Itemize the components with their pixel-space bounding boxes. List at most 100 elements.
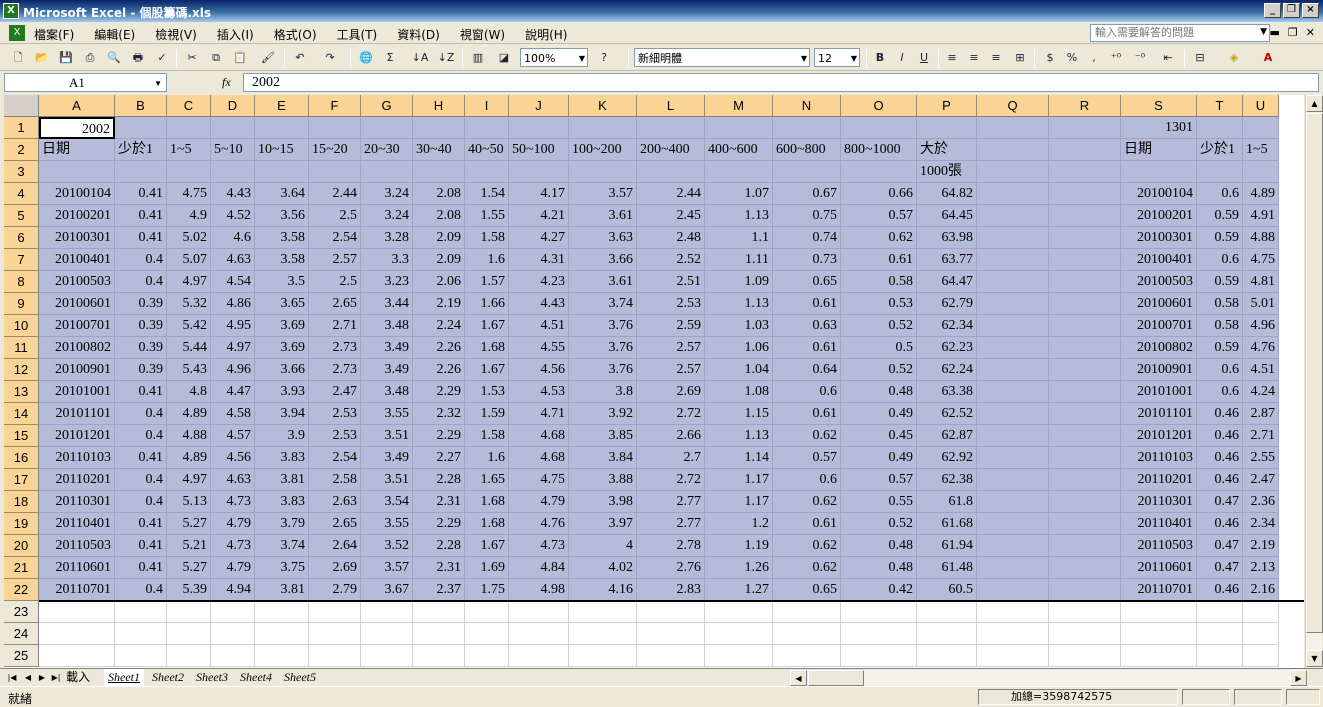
cell[interactable]: 4.91 [1243, 205, 1279, 227]
cell[interactable] [361, 601, 413, 623]
cell[interactable] [977, 271, 1049, 293]
scroll-up-icon[interactable]: ▲ [1306, 95, 1323, 112]
cell[interactable]: 20110503 [1121, 535, 1197, 557]
row-header[interactable]: 20 [4, 535, 39, 557]
cell[interactable]: 4.76 [1243, 337, 1279, 359]
cell[interactable] [977, 491, 1049, 513]
cell[interactable]: 800~1000 [841, 139, 917, 161]
cell-area[interactable]: 2002 1301 日期 少於1 1~5 5~10 10~15 15~20 20~30 30~40… [39, 117, 1304, 668]
column-header[interactable]: F [309, 95, 361, 117]
cell[interactable]: 2.53 [309, 403, 361, 425]
cell[interactable]: 0.63 [773, 315, 841, 337]
row-header[interactable]: 19 [4, 513, 39, 535]
cell[interactable]: 4.23 [509, 271, 569, 293]
cell[interactable] [167, 601, 211, 623]
cell[interactable]: 2.78 [637, 535, 705, 557]
cell[interactable]: 1.13 [705, 425, 773, 447]
cell[interactable]: 2.58 [309, 469, 361, 491]
cell[interactable]: 4.89 [167, 447, 211, 469]
cell[interactable]: 2.16 [1243, 579, 1279, 601]
cell[interactable]: 1.03 [705, 315, 773, 337]
cell[interactable] [1049, 315, 1121, 337]
cell[interactable]: 62.34 [917, 315, 977, 337]
column-header[interactable]: G [361, 95, 413, 117]
cell[interactable]: 61.68 [917, 513, 977, 535]
cell[interactable]: 2.83 [637, 579, 705, 601]
cell[interactable] [569, 161, 637, 183]
row-header[interactable]: 7 [4, 249, 39, 271]
scroll-left-icon[interactable]: ◀ [790, 670, 807, 686]
cell[interactable] [977, 227, 1049, 249]
menu-item[interactable]: 視窗(W) [460, 26, 505, 43]
help-search-input[interactable]: 輸入需要解答的問題 ▼ [1090, 24, 1270, 42]
cell[interactable]: 3.44 [361, 293, 413, 315]
cell[interactable] [465, 645, 509, 667]
cell[interactable] [361, 623, 413, 645]
cell[interactable]: 0.61 [773, 513, 841, 535]
cell[interactable]: 2.53 [637, 293, 705, 315]
cell[interactable]: 1.2 [705, 513, 773, 535]
percent-button[interactable]: % [1062, 48, 1082, 67]
font-size-select[interactable]: 12 ▼ [814, 48, 860, 67]
cell[interactable]: 5.21 [167, 535, 211, 557]
cell[interactable]: 3.63 [569, 227, 637, 249]
worksheet-grid[interactable]: ABCDEFGHIJKLMNOPQRSTU 1 2 3 4 5 6 7 8 9 10 11 12 13 1… [4, 95, 1304, 668]
cell[interactable]: 3.76 [569, 315, 637, 337]
cell[interactable] [361, 117, 413, 139]
cell[interactable] [1197, 645, 1243, 667]
cell[interactable] [773, 161, 841, 183]
cell[interactable]: 4.43 [211, 183, 255, 205]
cell[interactable]: 4.86 [211, 293, 255, 315]
cell[interactable]: 61.94 [917, 535, 977, 557]
cell[interactable]: 3.74 [569, 293, 637, 315]
row-header[interactable]: 13 [4, 381, 39, 403]
horizontal-scrollbar[interactable]: ◀ ▶ [790, 670, 1307, 686]
cell[interactable]: 2.36 [1243, 491, 1279, 513]
cell[interactable]: 3.85 [569, 425, 637, 447]
cell[interactable] [705, 623, 773, 645]
cell[interactable]: 64.82 [917, 183, 977, 205]
column-header[interactable]: L [637, 95, 705, 117]
cell[interactable]: 1.75 [465, 579, 509, 601]
cell[interactable] [509, 161, 569, 183]
cell[interactable]: 20101101 [39, 403, 115, 425]
cell[interactable] [509, 117, 569, 139]
cell[interactable]: 0.65 [773, 271, 841, 293]
column-header[interactable]: E [255, 95, 309, 117]
cell[interactable]: 2.73 [309, 359, 361, 381]
first-sheet-icon[interactable]: |◀ [6, 670, 18, 685]
cell[interactable] [841, 645, 917, 667]
cell[interactable]: 0.61 [773, 337, 841, 359]
cell[interactable]: 20100503 [1121, 271, 1197, 293]
cell[interactable]: 4.81 [1243, 271, 1279, 293]
sheet-tab[interactable]: Sheet5 [280, 669, 320, 686]
cell[interactable] [167, 645, 211, 667]
document-icon[interactable]: X [9, 25, 25, 41]
cell[interactable]: 1.04 [705, 359, 773, 381]
cell[interactable]: 2.47 [309, 381, 361, 403]
menu-item[interactable]: 檔案(F) [34, 26, 74, 43]
cell[interactable] [1049, 205, 1121, 227]
cell[interactable]: 3.5 [255, 271, 309, 293]
cell[interactable]: 0.47 [1197, 557, 1243, 579]
sort-ascending-icon[interactable]: ↓A [410, 48, 430, 67]
menu-item[interactable]: 說明(H) [525, 26, 567, 43]
cell[interactable]: 3.66 [255, 359, 309, 381]
cell[interactable]: 0.4 [115, 403, 167, 425]
cell[interactable]: 64.45 [917, 205, 977, 227]
cell[interactable]: 0.49 [841, 447, 917, 469]
cell[interactable] [1049, 601, 1121, 623]
cell[interactable]: 0.62 [841, 227, 917, 249]
cell[interactable] [39, 161, 115, 183]
cell[interactable]: 4.73 [211, 535, 255, 557]
column-header[interactable]: A [39, 95, 115, 117]
cell[interactable]: 2.37 [413, 579, 465, 601]
cell[interactable]: 1.6 [465, 447, 509, 469]
cell[interactable]: 0.41 [115, 205, 167, 227]
cell[interactable] [211, 161, 255, 183]
cell[interactable] [1049, 557, 1121, 579]
cell[interactable] [705, 117, 773, 139]
cell[interactable] [773, 601, 841, 623]
cell[interactable]: 3.66 [569, 249, 637, 271]
cell[interactable]: 2.59 [637, 315, 705, 337]
